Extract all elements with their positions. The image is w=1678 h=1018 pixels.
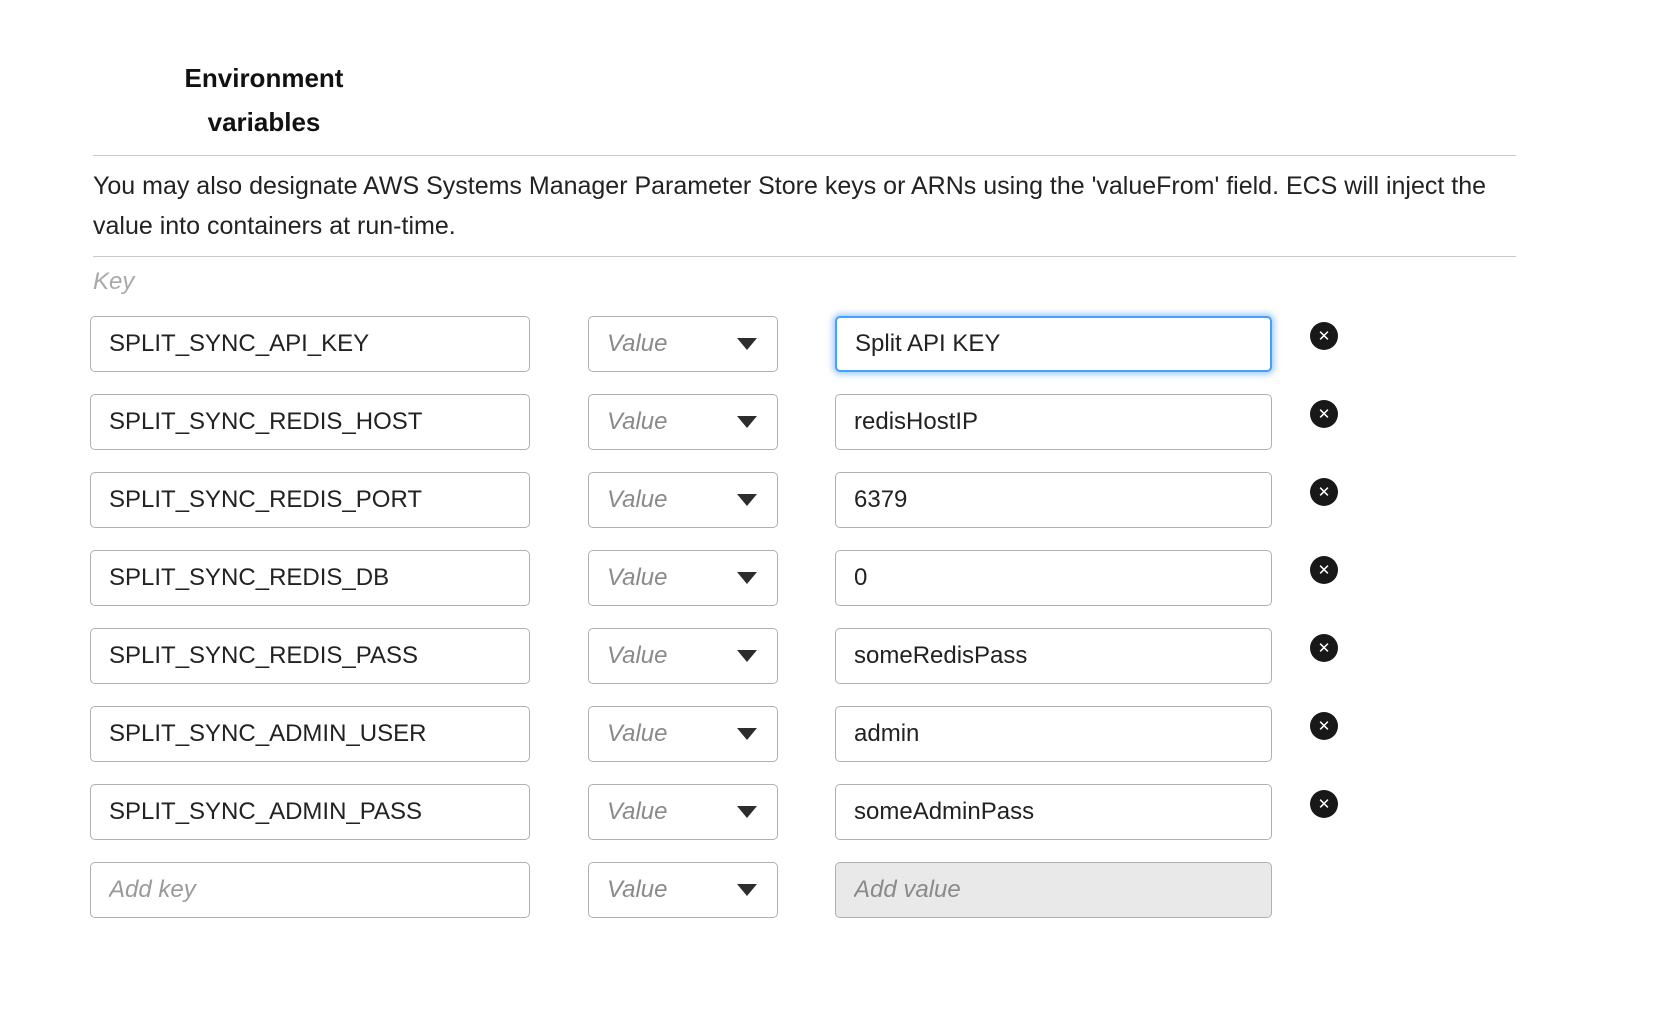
circle-x-icon: ✕ — [1318, 639, 1331, 657]
remove-row-button[interactable]: ✕ — [1310, 634, 1338, 662]
circle-x-icon: ✕ — [1318, 717, 1331, 735]
value-type-select[interactable]: Value — [588, 472, 778, 528]
remove-row-button[interactable]: ✕ — [1310, 400, 1338, 428]
add-key-input[interactable] — [90, 862, 530, 918]
value-type-select[interactable]: Value — [588, 784, 778, 840]
value-type-select[interactable]: Value — [588, 550, 778, 606]
value-type-label: Value — [607, 876, 668, 904]
value-type-select[interactable]: Value — [588, 706, 778, 762]
value-type-label: Value — [607, 798, 668, 826]
chevron-down-icon — [737, 494, 757, 506]
key-input[interactable] — [90, 316, 530, 372]
value-input[interactable] — [835, 628, 1272, 684]
value-type-select[interactable]: Value — [588, 316, 778, 372]
value-input[interactable] — [835, 784, 1272, 840]
add-value-input[interactable] — [835, 862, 1272, 918]
value-input[interactable] — [835, 472, 1272, 528]
env-var-row: Value ✕ — [90, 628, 1338, 684]
key-input[interactable] — [90, 784, 530, 840]
remove-row-button[interactable]: ✕ — [1310, 322, 1338, 350]
value-type-select[interactable]: Value — [588, 394, 778, 450]
value-type-label: Value — [607, 642, 668, 670]
value-type-label: Value — [607, 330, 668, 358]
value-type-label: Value — [607, 486, 668, 514]
env-var-row: Value ✕ — [90, 706, 1338, 762]
remove-row-button[interactable]: ✕ — [1310, 790, 1338, 818]
key-input[interactable] — [90, 706, 530, 762]
value-input[interactable] — [835, 394, 1272, 450]
chevron-down-icon — [737, 884, 757, 896]
key-column-header: Key — [93, 268, 134, 296]
value-input[interactable] — [835, 706, 1272, 762]
env-var-row: Value ✕ — [90, 550, 1338, 606]
divider — [93, 155, 1516, 156]
env-var-rows: Value ✕ Value ✕ Value ✕ — [90, 316, 1338, 940]
env-var-row: Value ✕ — [90, 784, 1338, 840]
value-type-label: Value — [607, 564, 668, 592]
circle-x-icon: ✕ — [1318, 795, 1331, 813]
section-description: You may also designate AWS Systems Manag… — [93, 166, 1518, 246]
value-type-select[interactable]: Value — [588, 862, 778, 918]
chevron-down-icon — [737, 806, 757, 818]
key-input[interactable] — [90, 550, 530, 606]
remove-row-button[interactable]: ✕ — [1310, 556, 1338, 584]
chevron-down-icon — [737, 338, 757, 350]
chevron-down-icon — [737, 650, 757, 662]
value-input[interactable] — [835, 550, 1272, 606]
value-type-label: Value — [607, 408, 668, 436]
key-input[interactable] — [90, 394, 530, 450]
section-label: Environment variables — [178, 56, 350, 144]
circle-x-icon: ✕ — [1318, 327, 1331, 345]
env-var-row: Value ✕ — [90, 316, 1338, 372]
remove-row-button[interactable]: ✕ — [1310, 712, 1338, 740]
key-input[interactable] — [90, 628, 530, 684]
environment-variables-panel: Environment variables You may also desig… — [0, 0, 1678, 1018]
circle-x-icon: ✕ — [1318, 483, 1331, 501]
spacer — [1310, 876, 1338, 904]
chevron-down-icon — [737, 728, 757, 740]
chevron-down-icon — [737, 572, 757, 584]
add-env-var-row: Value — [90, 862, 1338, 918]
env-var-row: Value ✕ — [90, 472, 1338, 528]
value-input[interactable] — [835, 316, 1272, 372]
env-var-row: Value ✕ — [90, 394, 1338, 450]
remove-row-button[interactable]: ✕ — [1310, 478, 1338, 506]
value-type-label: Value — [607, 720, 668, 748]
divider — [93, 256, 1516, 257]
circle-x-icon: ✕ — [1318, 405, 1331, 423]
key-input[interactable] — [90, 472, 530, 528]
circle-x-icon: ✕ — [1318, 561, 1331, 579]
chevron-down-icon — [737, 416, 757, 428]
value-type-select[interactable]: Value — [588, 628, 778, 684]
